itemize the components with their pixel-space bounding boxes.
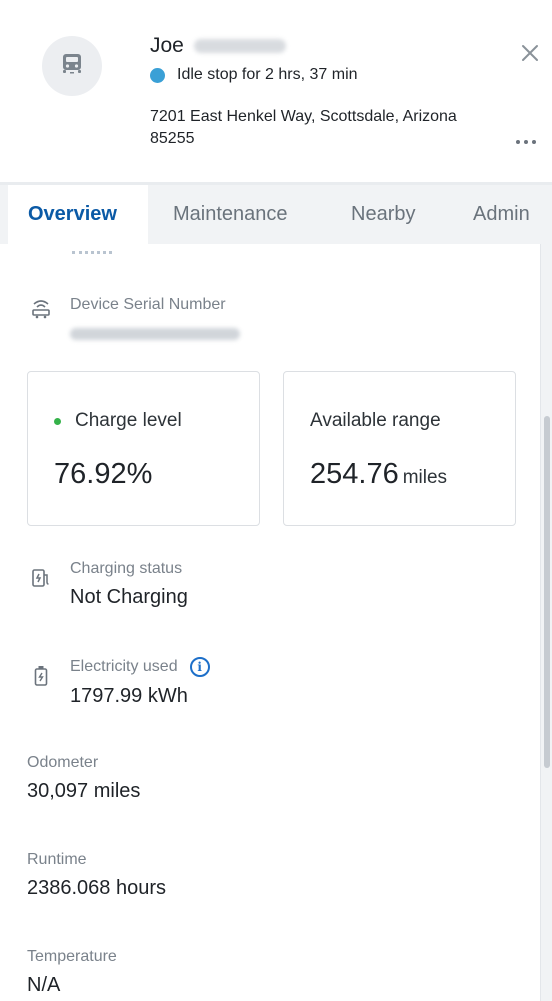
tab-overview[interactable]: Overview: [8, 185, 148, 244]
close-icon: [520, 43, 540, 68]
redacted-last-name: [193, 39, 286, 54]
temperature-value: N/A: [27, 974, 61, 996]
vehicle-address: 7201 East Henkel Way, Scottsdale, Arizon…: [150, 108, 457, 147]
more-icon-dot: [532, 140, 536, 144]
more-icon-dot: [516, 140, 520, 144]
close-button[interactable]: [515, 40, 545, 70]
electricity-used-value: 1797.99 kWh: [70, 685, 188, 707]
vehicle-header: Joe Idle stop for 2 hrs, 37 min 7201 Eas…: [0, 0, 552, 182]
charge-level-value: 76.92%: [54, 458, 153, 490]
charge-level-label: Charge level: [75, 410, 182, 431]
electricity-used-field: Electricity used i 1797.99 kWh: [70, 657, 210, 708]
device-serial-field: Device Serial Number: [70, 296, 240, 345]
scrollbar-thumb[interactable]: [544, 416, 550, 768]
odometer-field: Odometer 30,097 miles: [27, 754, 140, 803]
temperature-label: Temperature: [27, 948, 117, 965]
runtime-field: Runtime 2386.068 hours: [27, 851, 166, 900]
odometer-label: Odometer: [27, 754, 99, 771]
car-icon: [59, 51, 85, 82]
tab-nearby[interactable]: Nearby: [351, 185, 415, 244]
device-serial-label: Device Serial Number: [70, 296, 226, 313]
charge-indicator-dot: [54, 417, 61, 425]
info-icon[interactable]: i: [189, 657, 210, 677]
available-range-value: 254.76: [310, 458, 399, 490]
charging-station-icon: [30, 566, 52, 590]
available-range-value-row: 254.76 miles: [310, 458, 447, 491]
more-options-button[interactable]: [508, 132, 544, 152]
temperature-field: Temperature N/A: [27, 948, 117, 997]
available-range-label: Available range: [310, 410, 441, 431]
runtime-label: Runtime: [27, 851, 87, 868]
odometer-value: 30,097 miles: [27, 780, 141, 802]
driver-first-name: Joe: [150, 34, 184, 57]
vehicle-avatar: [42, 36, 102, 96]
battery-icon: [30, 664, 52, 688]
more-icon-dot: [524, 140, 528, 144]
charging-status-field: Charging status Not Charging: [70, 560, 188, 609]
status-dot: [150, 67, 165, 83]
tab-admin[interactable]: Admin: [473, 185, 530, 244]
tab-bar: Overview Maintenance Nearby Admin: [0, 182, 552, 244]
available-range-unit: miles: [402, 467, 448, 488]
scrollbar[interactable]: [540, 244, 552, 1001]
available-range-card: Available range 254.76 miles: [283, 371, 516, 526]
runtime-value: 2386.068 hours: [27, 877, 167, 899]
status-text: Idle stop for 2 hrs, 37 min: [177, 66, 358, 83]
overview-panel[interactable]: Device Serial Number Charge level 76.92%…: [0, 244, 540, 1001]
redacted-serial-number: [70, 328, 240, 340]
driver-name: Joe: [150, 34, 286, 58]
charge-level-card: Charge level 76.92%: [27, 371, 260, 526]
device-icon: [30, 296, 52, 320]
charge-level-label-row: Charge level: [54, 410, 182, 432]
charging-status-value: Not Charging: [70, 586, 188, 608]
electricity-used-label: Electricity used: [70, 658, 178, 676]
electricity-used-label-row: Electricity used i: [70, 657, 210, 677]
charging-status-label: Charging status: [70, 560, 183, 577]
truncated-text-remnant: [72, 251, 112, 254]
tab-maintenance[interactable]: Maintenance: [173, 185, 288, 244]
vehicle-status: Idle stop for 2 hrs, 37 min: [150, 66, 358, 84]
